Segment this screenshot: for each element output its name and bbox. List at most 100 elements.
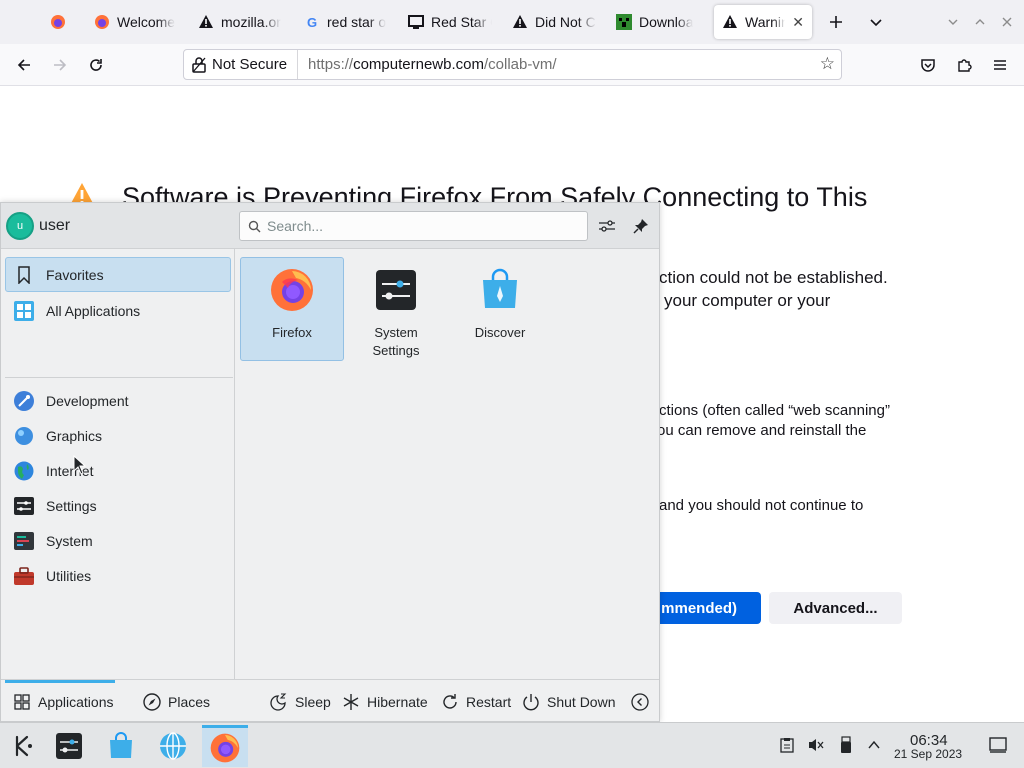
pocket-button[interactable] bbox=[913, 50, 943, 80]
category-utilities[interactable]: Utilities bbox=[5, 558, 231, 593]
address-bar[interactable]: Not Secure https://computernewb.com/coll… bbox=[183, 49, 842, 80]
browser-navigation-bar: Not Secure https://computernewb.com/coll… bbox=[0, 44, 1024, 86]
warning-icon bbox=[198, 14, 214, 30]
menu-button[interactable] bbox=[985, 50, 1015, 80]
search-field[interactable] bbox=[239, 211, 588, 241]
restart-icon bbox=[441, 693, 459, 711]
clock-date[interactable]: 21 Sep 2023 bbox=[894, 747, 962, 761]
compass-icon bbox=[143, 693, 161, 711]
category-development[interactable]: Development bbox=[5, 383, 231, 418]
firefox-icon bbox=[50, 14, 66, 30]
usb-device-icon[interactable] bbox=[836, 735, 856, 755]
avatar[interactable]: u bbox=[6, 212, 34, 240]
tab-places[interactable]: Places bbox=[143, 689, 210, 715]
error-text-line: your computer or your bbox=[664, 291, 831, 310]
taskbar-web-browser[interactable] bbox=[150, 725, 196, 767]
url-text[interactable]: https://computernewb.com/collab-vm/ bbox=[298, 56, 556, 73]
tab-did-not-connect[interactable]: Did Not C bbox=[504, 5, 604, 39]
button-label: Hibernate bbox=[367, 694, 428, 710]
restart-button[interactable]: Restart bbox=[441, 689, 511, 715]
show-desktop-icon[interactable] bbox=[988, 735, 1008, 755]
app-label: Discover bbox=[474, 325, 526, 340]
sleep-button[interactable]: Sleep bbox=[270, 689, 331, 715]
tab-welcome[interactable]: Welcome bbox=[86, 5, 186, 39]
error-text-line: ctions (often called “web scanning” bbox=[659, 402, 890, 419]
warning-icon bbox=[512, 14, 528, 30]
category-favorites[interactable]: Favorites bbox=[5, 257, 231, 292]
category-graphics[interactable]: Graphics bbox=[5, 418, 231, 453]
site-security-indicator[interactable]: Not Secure bbox=[184, 50, 299, 79]
search-input[interactable] bbox=[267, 218, 567, 234]
extensions-button[interactable] bbox=[949, 50, 979, 80]
warning-icon bbox=[722, 14, 738, 30]
taskbar: 06:34 21 Sep 2023 bbox=[0, 722, 1024, 768]
category-internet[interactable]: Internet bbox=[5, 453, 231, 488]
application-launcher: u user Favorites All Applications bbox=[0, 202, 660, 722]
app-discover[interactable]: Discover bbox=[448, 257, 552, 361]
hibernate-button[interactable]: Hibernate bbox=[342, 689, 428, 715]
taskbar-discover[interactable] bbox=[98, 725, 144, 767]
shut-down-button[interactable]: Shut Down bbox=[522, 689, 615, 715]
app-label: Firefox bbox=[272, 325, 312, 340]
forward-button[interactable] bbox=[45, 50, 75, 80]
close-window-icon[interactable] bbox=[995, 10, 1019, 34]
discover-icon bbox=[483, 268, 517, 308]
error-text-line: ction could not be established. bbox=[659, 268, 888, 287]
settings-icon bbox=[13, 495, 34, 516]
tab-firefox-view[interactable] bbox=[42, 5, 78, 39]
category-system[interactable]: System bbox=[5, 523, 231, 558]
application-launcher-button[interactable] bbox=[0, 725, 46, 767]
firefox-icon bbox=[210, 733, 240, 762]
app-system-settings[interactable]: System Settings bbox=[344, 257, 448, 361]
maximize-icon[interactable] bbox=[968, 10, 992, 34]
back-button[interactable] bbox=[9, 50, 39, 80]
power-icon bbox=[522, 693, 540, 711]
app-firefox[interactable]: Firefox bbox=[240, 257, 344, 361]
bookmark-star-icon[interactable]: ☆ bbox=[820, 54, 835, 74]
pin-launcher-button[interactable] bbox=[628, 213, 654, 239]
clipboard-icon[interactable] bbox=[777, 735, 797, 755]
tab-red-star-search[interactable]: G red star o bbox=[296, 5, 396, 39]
volume-muted-icon[interactable] bbox=[806, 735, 826, 755]
category-all-applications[interactable]: All Applications bbox=[5, 293, 231, 328]
category-settings[interactable]: Settings bbox=[5, 488, 231, 523]
list-all-tabs-button[interactable] bbox=[862, 8, 890, 36]
taskbar-system-settings[interactable] bbox=[46, 725, 92, 767]
url-path: /collab-vm/ bbox=[483, 56, 557, 73]
tab-mozilla[interactable]: mozilla.or bbox=[190, 5, 290, 39]
plus-icon bbox=[830, 16, 842, 28]
tab-label: Places bbox=[168, 694, 211, 710]
mouse-pointer-icon bbox=[73, 455, 87, 475]
advanced-button[interactable]: Advanced... bbox=[769, 592, 902, 624]
show-hidden-icons-chevron-up-icon[interactable] bbox=[864, 735, 884, 755]
firefox-icon bbox=[271, 269, 313, 311]
tab-applications[interactable]: Applications bbox=[13, 689, 114, 715]
new-tab-button[interactable] bbox=[822, 8, 850, 36]
minimize-icon[interactable] bbox=[941, 10, 965, 34]
tab-label: Did Not C bbox=[535, 14, 596, 30]
reload-button[interactable] bbox=[81, 50, 111, 80]
taskbar-firefox[interactable] bbox=[202, 725, 248, 767]
chevron-left-circle-icon bbox=[631, 693, 649, 711]
url-domain: computernewb.com bbox=[353, 56, 484, 73]
google-icon: G bbox=[306, 14, 318, 30]
configure-launcher-button[interactable] bbox=[594, 213, 620, 239]
pin-icon bbox=[633, 219, 648, 234]
close-tab-icon[interactable]: ✕ bbox=[792, 14, 804, 31]
category-label: Utilities bbox=[46, 567, 92, 584]
development-icon bbox=[13, 390, 34, 411]
app-label: System Settings bbox=[372, 325, 420, 358]
tab-red-star-os[interactable]: Red Star O bbox=[400, 5, 500, 39]
globe-icon bbox=[13, 460, 34, 481]
more-session-options-button[interactable] bbox=[631, 689, 649, 715]
tab-label: Applications bbox=[38, 694, 114, 710]
tab-warning-active[interactable]: Warnin ✕ bbox=[714, 5, 812, 39]
firefox-icon bbox=[94, 14, 110, 30]
error-text-line: and you should not continue to bbox=[659, 497, 864, 514]
tab-label: Red Star O bbox=[431, 14, 492, 30]
category-label: System bbox=[46, 532, 93, 549]
search-icon bbox=[248, 220, 261, 232]
bookmark-icon bbox=[13, 264, 34, 285]
tab-download[interactable]: Downloa bbox=[608, 5, 708, 39]
category-label: All Applications bbox=[46, 302, 141, 319]
